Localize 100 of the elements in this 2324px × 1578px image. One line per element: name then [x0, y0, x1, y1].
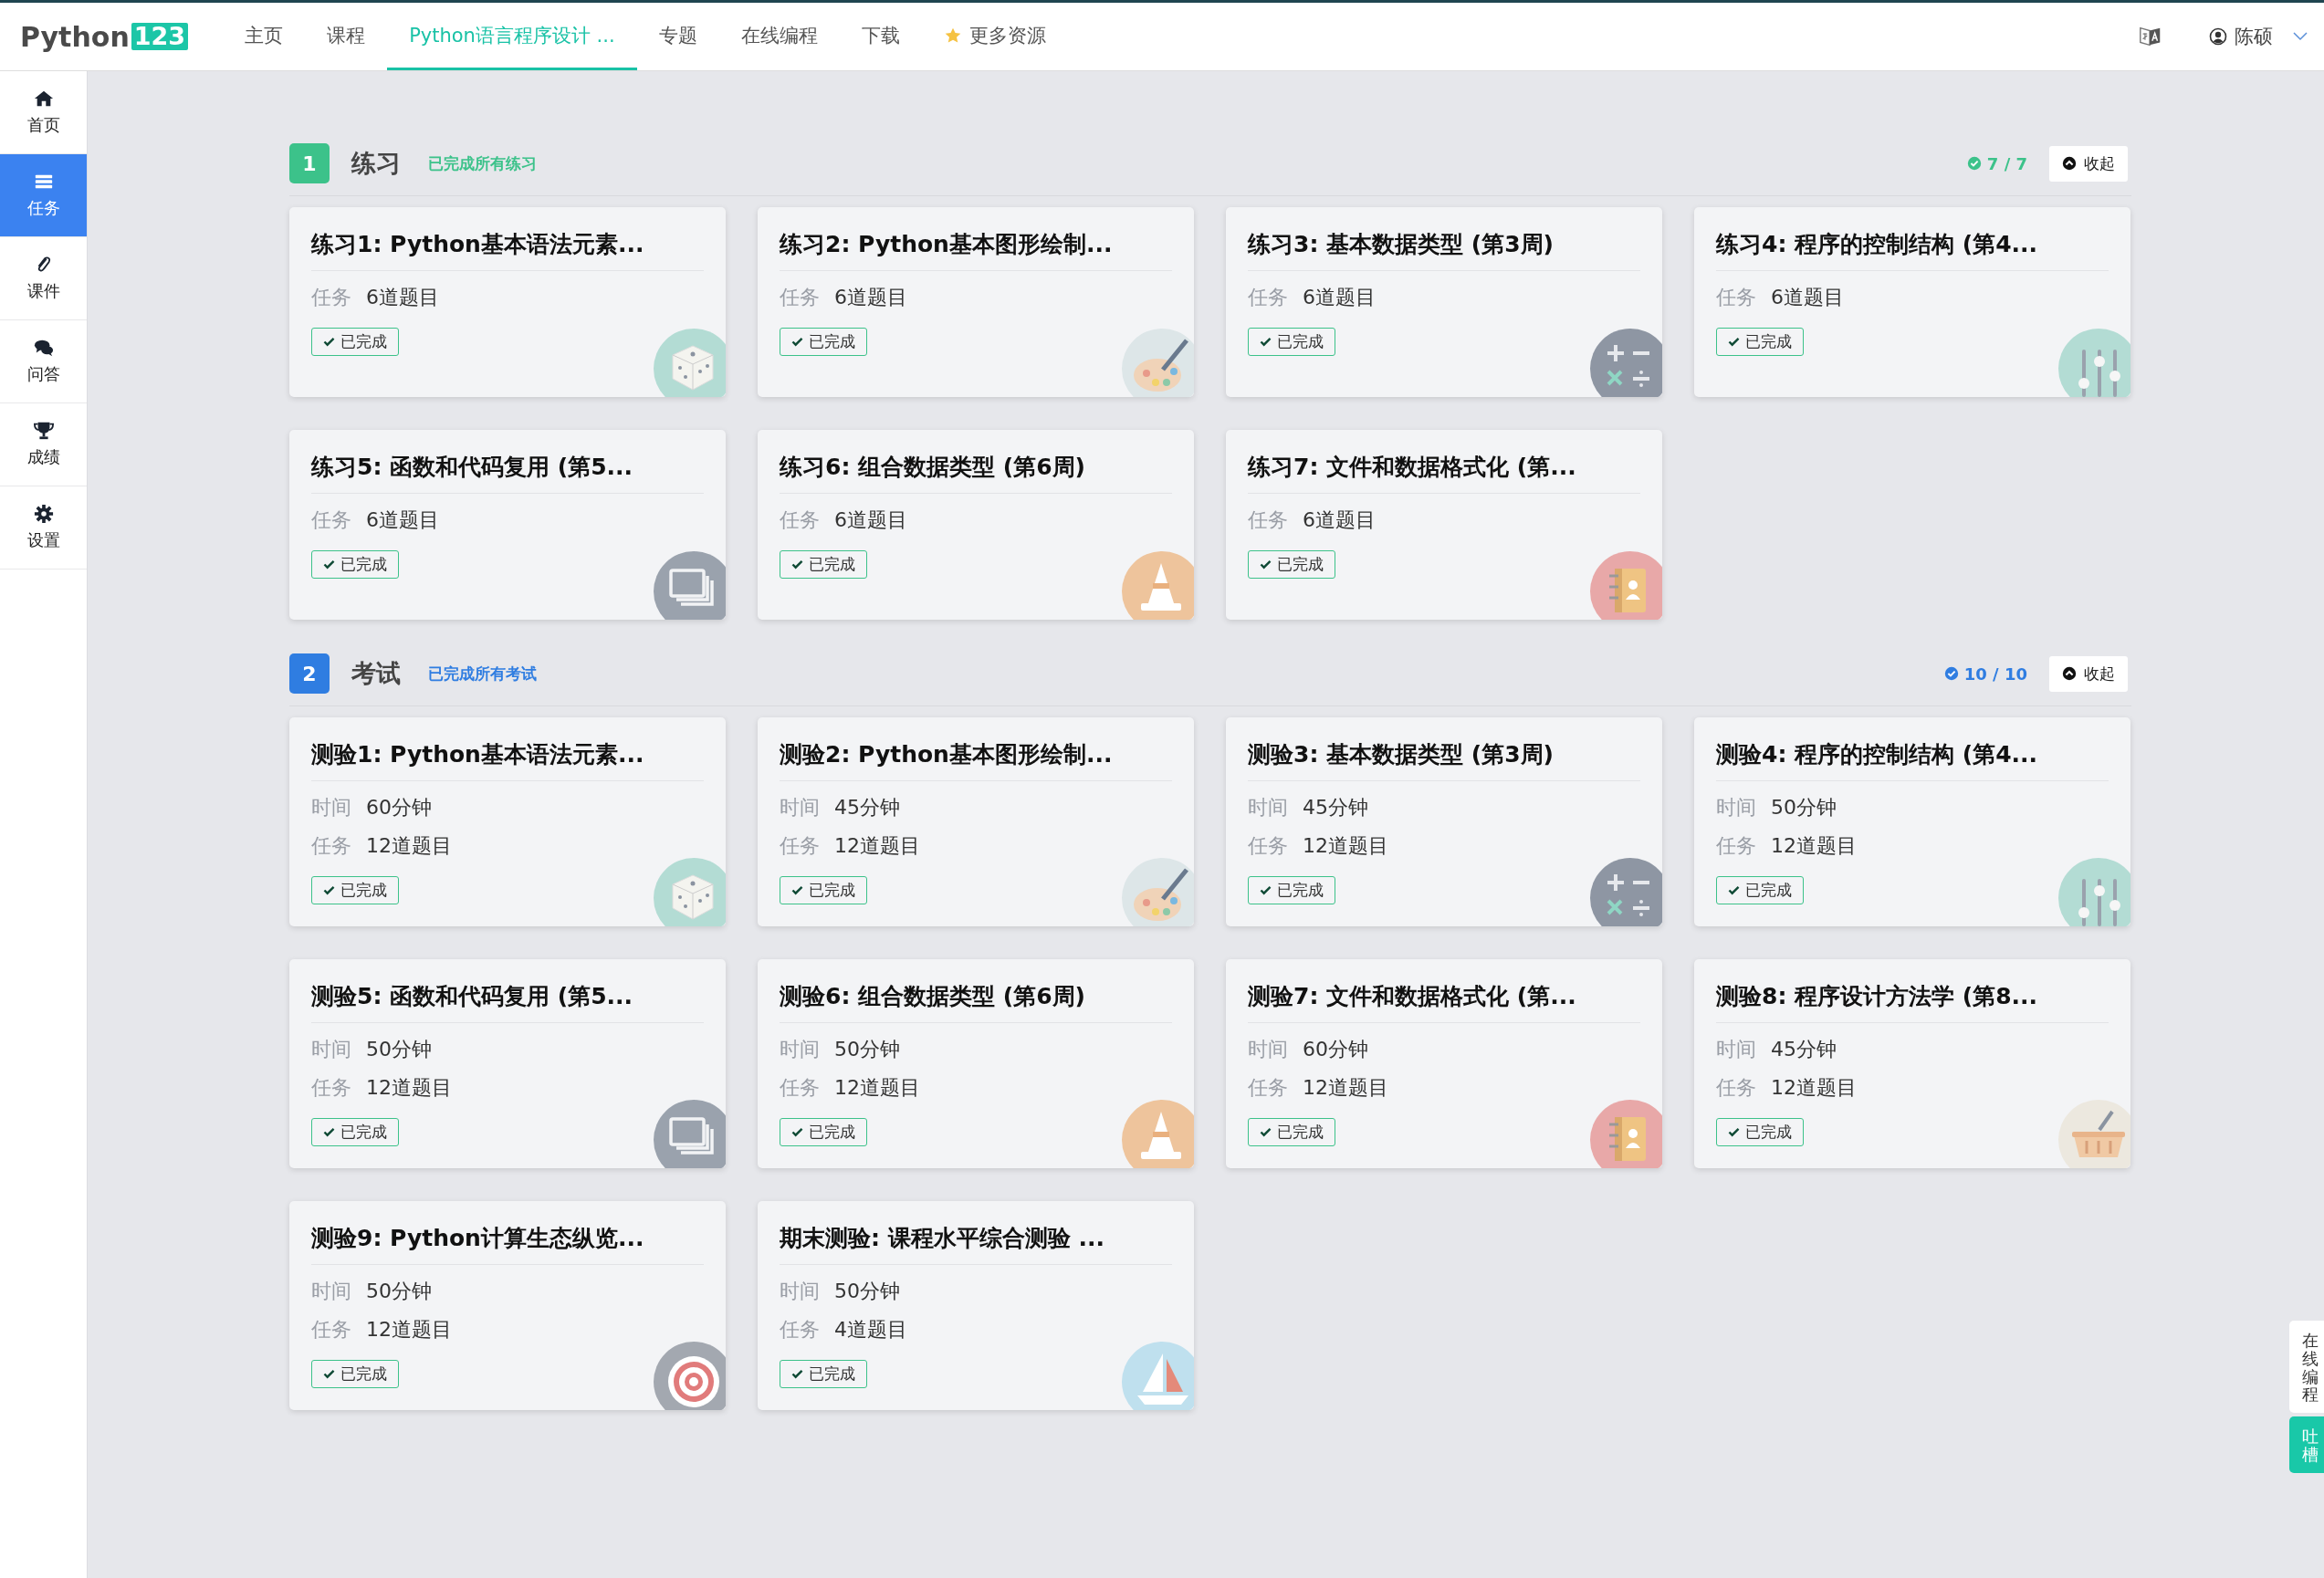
meta-value: 12道题目: [366, 833, 452, 859]
math-symbols-icon: [1589, 328, 1662, 397]
meta-label: 任务: [1248, 833, 1288, 859]
completed-tag: 已完成: [311, 1360, 399, 1388]
progress-count: 7 / 7: [1986, 153, 2027, 173]
task-card[interactable]: 测验1: Python基本语法元素... 时间 60分钟 任务 12道题目 已完成: [289, 717, 726, 926]
completed-tag: 已完成: [1716, 1118, 1804, 1146]
meta-value: 45分钟: [1303, 795, 1368, 820]
meta-value: 6道题目: [1303, 285, 1376, 310]
card-title: 测验6: 组合数据类型 (第6周): [780, 981, 1172, 1023]
trophy-icon: [33, 421, 54, 441]
task-card[interactable]: 测验8: 程序设计方法学 (第8... 时间 45分钟 任务 12道题目 已完成: [1694, 959, 2130, 1168]
check-icon: [323, 885, 335, 895]
meta-label: 任务: [780, 285, 820, 310]
sidebar-item[interactable]: 课件: [0, 237, 87, 320]
nav-tab[interactable]: 课程: [305, 3, 388, 70]
completed-tag: 已完成: [311, 876, 399, 904]
collapse-button[interactable]: 收起: [2049, 655, 2128, 692]
chevron-down-icon: [2293, 32, 2308, 41]
completed-tag: 已完成: [1248, 550, 1335, 579]
meta-value: 6道题目: [1771, 285, 1844, 310]
meta-value: 6道题目: [366, 285, 439, 310]
palette-icon: [1121, 857, 1194, 926]
meta-label: 任务: [1716, 1075, 1756, 1101]
nav-tab[interactable]: 专题: [636, 3, 719, 70]
task-card[interactable]: 练习3: 基本数据类型 (第3周) 任务 6道题目 已完成: [1226, 207, 1662, 397]
meta-value: 60分钟: [366, 795, 432, 820]
collapse-button[interactable]: 收起: [2049, 145, 2128, 182]
side-tab[interactable]: 在线编程: [2289, 1321, 2324, 1414]
nav-tab[interactable]: 主页: [223, 3, 306, 70]
completed-tag: 已完成: [780, 328, 867, 356]
section-number-badge: 2: [289, 653, 330, 694]
section-title: 考试: [351, 658, 401, 689]
task-card[interactable]: 练习4: 程序的控制结构 (第4... 任务 6道题目 已完成: [1694, 207, 2130, 397]
check-icon: [1260, 559, 1272, 570]
card-title: 练习4: 程序的控制结构 (第4...: [1716, 229, 2109, 271]
meta-label: 任务: [780, 507, 820, 533]
task-card[interactable]: 练习2: Python基本图形绘制... 任务 6道题目 已完成: [758, 207, 1194, 397]
meta-label: 任务: [1716, 285, 1756, 310]
sidebar-item[interactable]: 问答: [0, 320, 87, 403]
meta-label: 时间: [311, 1037, 351, 1062]
card-title: 测验1: Python基本语法元素...: [311, 739, 704, 781]
user-menu[interactable]: 陈硕: [2209, 24, 2308, 49]
check-icon: [323, 337, 335, 347]
task-card[interactable]: 测验2: Python基本图形绘制... 时间 45分钟 任务 12道题目 已完成: [758, 717, 1194, 926]
meta-label: 任务: [311, 285, 351, 310]
nav-tab[interactable]: 在线编程: [718, 3, 840, 70]
task-card[interactable]: 测验9: Python计算生态纵览... 时间 50分钟 任务 12道题目 已完成: [289, 1201, 726, 1410]
completed-tag: 已完成: [1716, 328, 1804, 356]
card-title: 测验9: Python计算生态纵览...: [311, 1223, 704, 1265]
meta-value: 12道题目: [1303, 833, 1388, 859]
task-card[interactable]: 测验6: 组合数据类型 (第6周) 时间 50分钟 任务 12道题目 已完成: [758, 959, 1194, 1168]
python123-logo[interactable]: Python 123: [20, 20, 189, 53]
meta-label: 时间: [1248, 1037, 1288, 1062]
check-icon: [1728, 337, 1740, 347]
meta-label: 时间: [1716, 795, 1756, 820]
card-title: 测验5: 函数和代码复用 (第5...: [311, 981, 704, 1023]
task-card[interactable]: 练习6: 组合数据类型 (第6周) 任务 6道题目 已完成: [758, 430, 1194, 620]
card-title: 测验8: 程序设计方法学 (第8...: [1716, 981, 2109, 1023]
cone-icon: [1121, 1099, 1194, 1168]
task-card[interactable]: 练习5: 函数和代码复用 (第5... 任务 6道题目 已完成: [289, 430, 726, 620]
sidebar-item[interactable]: 成绩: [0, 403, 87, 486]
completed-tag: 已完成: [780, 876, 867, 904]
check-icon: [323, 1369, 335, 1379]
sidebar-item[interactable]: 设置: [0, 486, 87, 570]
meta-value: 6道题目: [834, 507, 907, 533]
check-circle-icon: [1943, 666, 1959, 681]
chat-icon: [33, 338, 54, 358]
nav-tab[interactable]: 下载: [839, 3, 922, 70]
meta-value: 6道题目: [834, 285, 907, 310]
task-card[interactable]: 练习1: Python基本语法元素... 任务 6道题目 已完成: [289, 207, 726, 397]
completed-tag: 已完成: [1248, 328, 1335, 356]
task-card[interactable]: 测验3: 基本数据类型 (第3周) 时间 45分钟 任务 12道题目 已完成: [1226, 717, 1662, 926]
logo-badge: 123: [131, 23, 189, 50]
meta-value: 12道题目: [1771, 833, 1857, 859]
meta-label: 任务: [780, 833, 820, 859]
home-icon: [33, 89, 54, 109]
task-card[interactable]: 期末测验: 课程水平综合测验 ... 时间 50分钟 任务 4道题目 已完成: [758, 1201, 1194, 1410]
gear-icon: [33, 504, 54, 524]
check-icon: [791, 885, 803, 895]
nav-tab[interactable]: 更多资源: [921, 3, 1068, 70]
meta-label: 时间: [1248, 795, 1288, 820]
check-icon: [791, 559, 803, 570]
meta-value: 6道题目: [366, 507, 439, 533]
meta-label: 任务: [1716, 833, 1756, 859]
completed-tag: 已完成: [1248, 876, 1335, 904]
section-summary: 已完成所有考试: [428, 663, 537, 684]
logo-text: Python: [20, 20, 130, 53]
meta-value: 45分钟: [1771, 1037, 1837, 1062]
task-card[interactable]: 练习7: 文件和数据格式化 (第... 任务 6道题目 已完成: [1226, 430, 1662, 620]
task-card[interactable]: 测验7: 文件和数据格式化 (第... 时间 60分钟 任务 12道题目 已完成: [1226, 959, 1662, 1168]
sidebar-item[interactable]: 任务: [0, 154, 87, 237]
meta-label: 时间: [780, 1037, 820, 1062]
completed-tag: 已完成: [311, 328, 399, 356]
task-card[interactable]: 测验5: 函数和代码复用 (第5... 时间 50分钟 任务 12道题目 已完成: [289, 959, 726, 1168]
card-title: 测验7: 文件和数据格式化 (第...: [1248, 981, 1640, 1023]
task-card[interactable]: 测验4: 程序的控制结构 (第4... 时间 50分钟 任务 12道题目 已完成: [1694, 717, 2130, 926]
check-circle-icon: [1966, 156, 1982, 171]
meta-value: 50分钟: [366, 1037, 432, 1062]
card-title: 练习7: 文件和数据格式化 (第...: [1248, 452, 1640, 494]
